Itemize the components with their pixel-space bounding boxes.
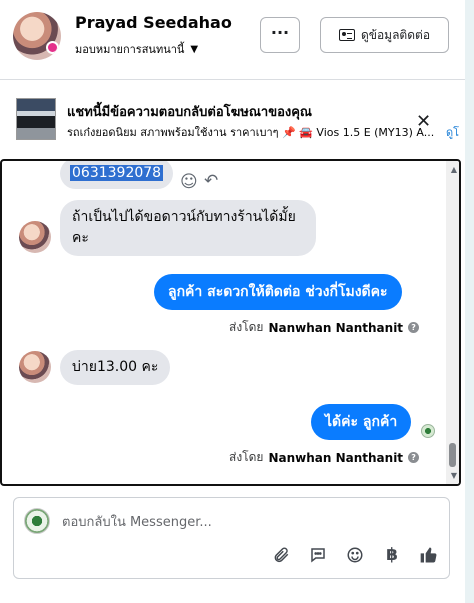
reply-arrow-icon[interactable]: ↶ bbox=[204, 171, 218, 191]
composer-toolbar: ฿ bbox=[271, 545, 439, 565]
message-text: ลูกค้า สะดวกให้ติดต่อ ช่วงกี่โมงดีคะ bbox=[168, 284, 388, 300]
scroll-down-arrow-icon[interactable]: ▼ bbox=[451, 471, 457, 480]
message-text: ได้ค่ะ ลูกค้า bbox=[325, 414, 398, 430]
seen-avatar-icon bbox=[421, 424, 435, 438]
chevron-down-icon: ▼ bbox=[190, 43, 199, 55]
react-smiley-icon[interactable]: ☺ bbox=[180, 172, 198, 192]
customer-avatar-small bbox=[19, 351, 51, 383]
assign-label: มอบหมายการสนทนานี้ bbox=[75, 43, 185, 56]
message-text: ถ้าเป็นไปได้ขอดาวน์กับทางร้านได้มั้ยคะ bbox=[72, 209, 296, 246]
view-ad-link[interactable]: ดูโ bbox=[446, 123, 459, 141]
sent-by-prefix: ส่งโดย bbox=[229, 320, 264, 334]
message-text: บ่าย13.00 คะ bbox=[72, 359, 159, 375]
view-contact-button[interactable]: ดูข้อมูลติดต่อ bbox=[320, 17, 449, 53]
sent-by-prefix: ส่งโดย bbox=[229, 450, 264, 464]
reply-input[interactable] bbox=[62, 511, 422, 533]
ad-thumbnail[interactable] bbox=[16, 98, 56, 140]
reply-composer: ฿ bbox=[13, 497, 450, 579]
smiley-icon[interactable] bbox=[345, 545, 365, 565]
assign-conversation-dropdown[interactable]: มอบหมายการสนทนานี้ ▼ bbox=[75, 40, 198, 58]
close-icon[interactable]: ✕ bbox=[416, 111, 431, 132]
sent-by-label: ส่งโดย Nanwhan Nanthanit ? bbox=[229, 318, 420, 337]
more-options-button[interactable]: ··· bbox=[260, 17, 300, 53]
sender-name: Nanwhan Nanthanit bbox=[268, 320, 404, 335]
ad-description: รถเก๋งยอดนิยม สภาพพร้อมใช้งาน ราคาเบาๆ 📌… bbox=[67, 126, 435, 139]
thumbs-up-icon[interactable] bbox=[419, 545, 439, 565]
help-icon[interactable]: ? bbox=[408, 322, 420, 333]
incoming-message[interactable]: ถ้าเป็นไปได้ขอดาวน์กับทางร้านได้มั้ยคะ bbox=[60, 200, 316, 256]
outgoing-message[interactable]: ลูกค้า สะดวกให้ติดต่อ ช่วงกี่โมงดีคะ bbox=[154, 274, 402, 310]
incoming-message-phone[interactable]: 0631392078 bbox=[60, 161, 174, 189]
message-text: 0631392078 bbox=[70, 165, 164, 181]
sender-name: Nanwhan Nanthanit bbox=[268, 450, 404, 465]
incoming-message[interactable]: บ่าย13.00 คะ bbox=[60, 350, 171, 385]
scroll-up-arrow-icon[interactable]: ▲ bbox=[451, 165, 457, 174]
sent-by-label: ส่งโดย Nanwhan Nanthanit ? bbox=[229, 448, 420, 467]
ad-reply-banner: แชทนี้มีข้อความตอบกลับต่อโฆษณาของคุณ รถเ… bbox=[0, 81, 465, 159]
inbox-conversation-panel: Prayad Seedahao มอบหมายการสนทนานี้ ▼ ···… bbox=[0, 0, 465, 603]
ad-banner-title: แชทนี้มีข้อความตอบกลับต่อโฆษณาของคุณ bbox=[67, 105, 312, 120]
conversation-header: Prayad Seedahao มอบหมายการสนทนานี้ ▼ ···… bbox=[0, 0, 465, 80]
adjacent-panel-edge bbox=[465, 0, 474, 603]
baht-icon[interactable]: ฿ bbox=[382, 545, 402, 565]
paperclip-icon[interactable] bbox=[271, 545, 291, 565]
scrollbar[interactable]: ▲ ▼ bbox=[446, 161, 459, 484]
contact-card-icon bbox=[338, 29, 355, 41]
scrollbar-thumb[interactable] bbox=[449, 443, 456, 467]
outgoing-message[interactable]: ได้ค่ะ ลูกค้า bbox=[311, 404, 412, 440]
customer-name[interactable]: Prayad Seedahao bbox=[75, 13, 232, 32]
customer-avatar[interactable] bbox=[13, 12, 61, 60]
ad-banner-subtitle: รถเก๋งยอดนิยม สภาพพร้อมใช้งาน ราคาเบาๆ 📌… bbox=[67, 123, 439, 141]
customer-avatar-small bbox=[19, 221, 51, 253]
chat-template-icon[interactable] bbox=[308, 545, 328, 565]
view-contact-label: ดูข้อมูลติดต่อ bbox=[360, 27, 431, 42]
help-icon[interactable]: ? bbox=[408, 452, 420, 463]
message-thread[interactable]: 0631392078 ☺ ↶ ถ้าเป็นไปได้ขอดาวน์กับทาง… bbox=[0, 159, 461, 486]
page-avatar bbox=[24, 508, 50, 534]
